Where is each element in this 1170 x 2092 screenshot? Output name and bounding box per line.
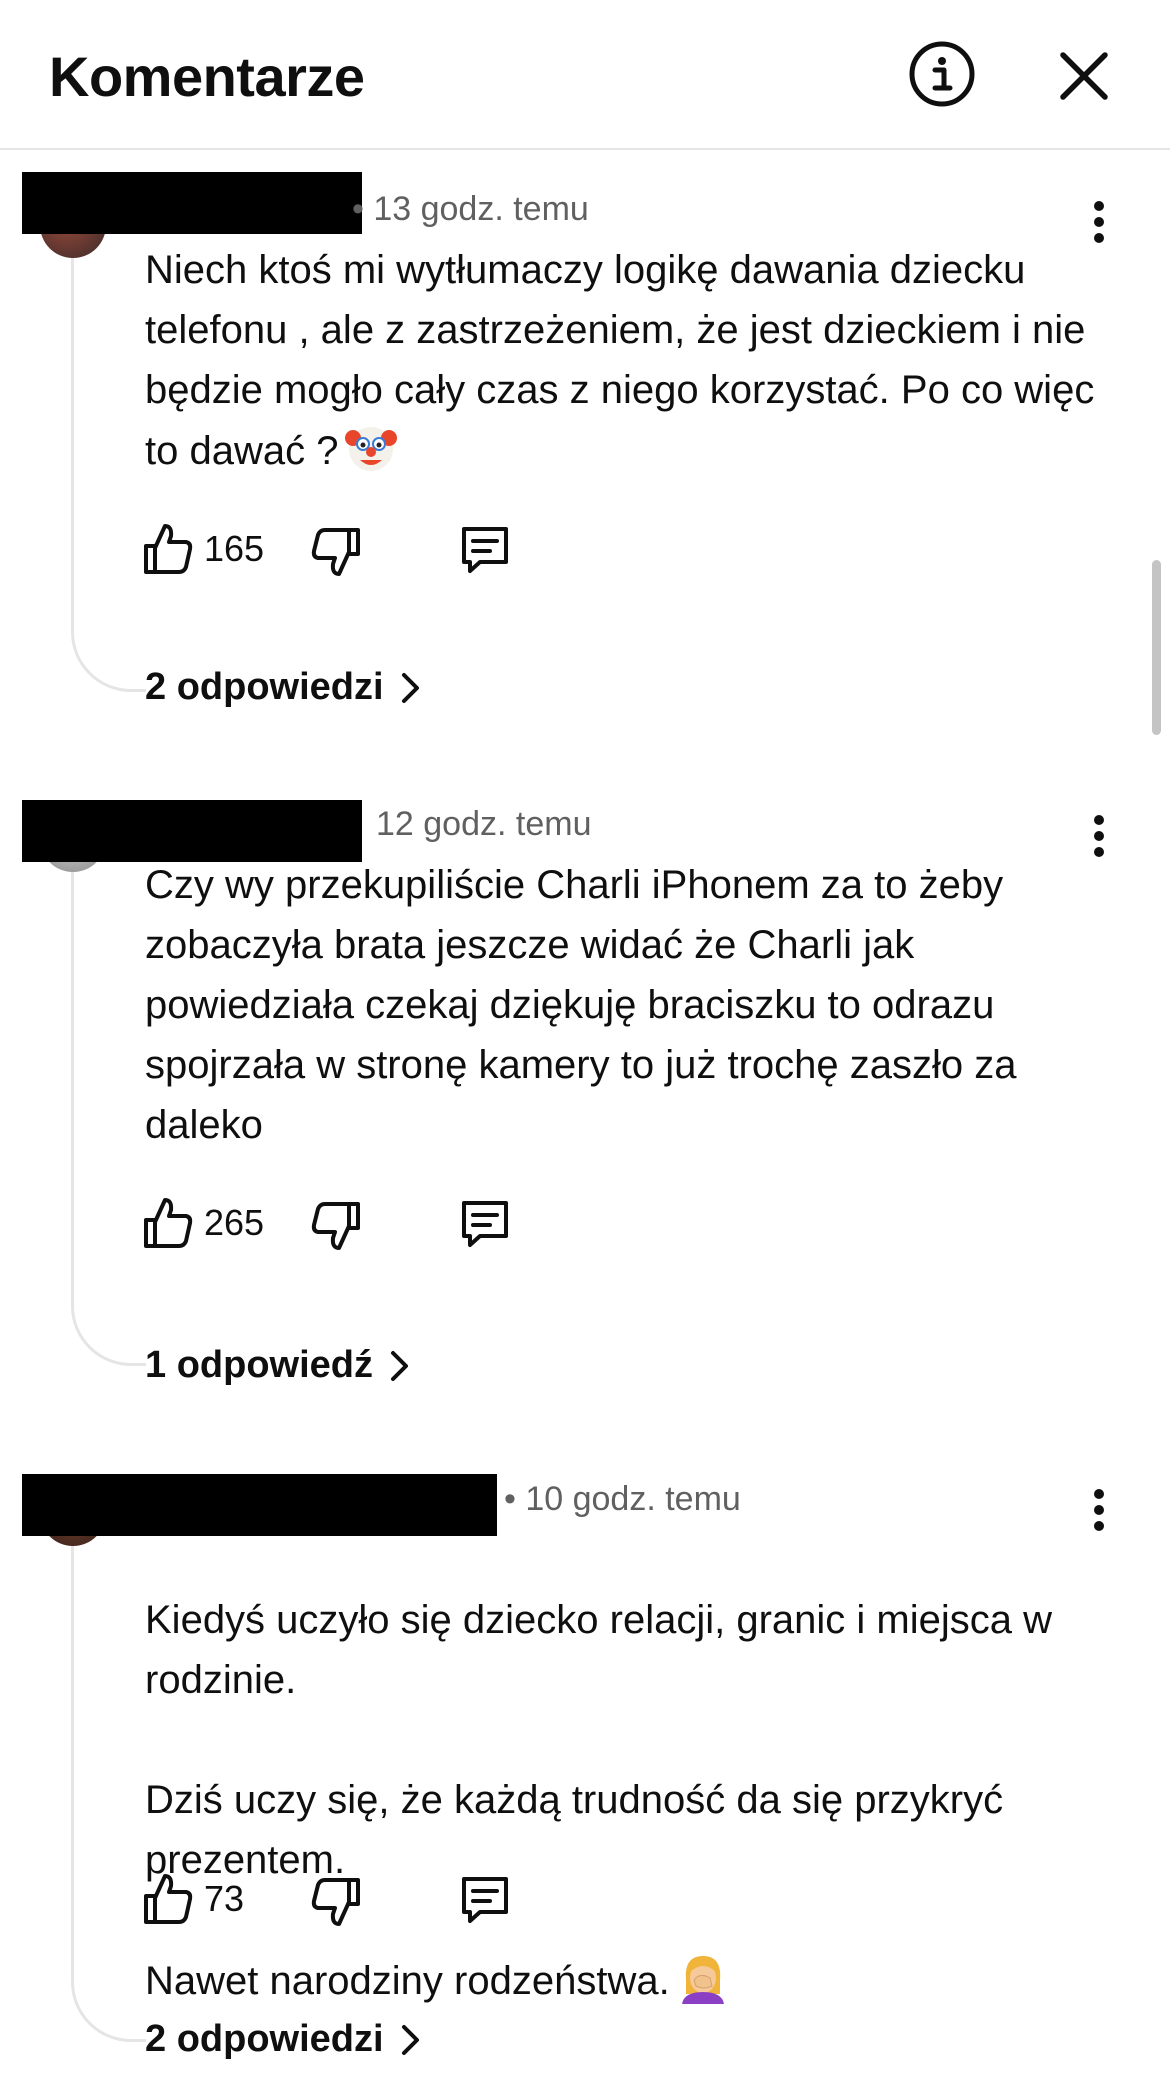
close-icon (1060, 52, 1108, 100)
thumbs-down-icon (311, 528, 360, 576)
comments-header: Komentarze (0, 0, 1170, 150)
view-replies-button[interactable]: 2 odpowiedzi (145, 666, 424, 709)
comment-actions: 73 (142, 1870, 542, 1930)
comment-actions: 165 (142, 520, 542, 580)
close-button[interactable] (1055, 47, 1113, 105)
like-count: 165 (204, 528, 265, 569)
redacted-username (22, 1474, 497, 1536)
thread-line (71, 864, 146, 1366)
comment-text: Kiedyś uczyło się dziecko relacji, grani… (145, 1530, 1105, 2071)
comment-line: Nawet narodziny rodzeństwa. (145, 1959, 670, 2003)
like-button[interactable] (142, 1194, 194, 1250)
comment-text: Czy wy przekupiliście Charli iPhonem za … (145, 863, 1017, 1147)
chevron-right-icon (401, 2024, 419, 2055)
reply-comment-icon (462, 1201, 508, 1247)
reply-comment-icon (462, 1877, 508, 1923)
thumbs-up-icon (144, 1874, 193, 1924)
thumbs-down-icon (311, 1202, 360, 1250)
comment-actions: 265 (142, 1194, 542, 1254)
redacted-username (22, 800, 362, 862)
dislike-button[interactable] (310, 1876, 362, 1932)
like-count: 265 (204, 1202, 265, 1243)
reply-comment-icon (462, 527, 508, 573)
comment-line: Kiedyś uczyło się dziecko relacji, grani… (145, 1598, 1052, 1702)
view-replies-button[interactable]: 1 odpowiedź (145, 1344, 413, 1387)
replies-label: 2 odpowiedzi (145, 2018, 384, 2060)
woman-facepalming-emoji (681, 1956, 724, 2004)
thumbs-up-icon (144, 1198, 193, 1248)
reply-button[interactable] (458, 524, 512, 576)
thread-line (71, 240, 146, 692)
comment-timestamp: • 10 godz. temu (504, 1480, 741, 1518)
comment-timestamp: 12 godz. temu (376, 805, 592, 843)
like-button[interactable] (142, 1870, 194, 1926)
page-title: Komentarze (49, 45, 365, 108)
like-count: 73 (204, 1878, 245, 1919)
replies-label: 1 odpowiedź (145, 1344, 373, 1386)
comments-panel: Komentarze • 13 godz. temu Niech ktoś mi… (0, 0, 1170, 2092)
info-button[interactable] (908, 40, 976, 108)
reply-button[interactable] (458, 1198, 512, 1250)
info-circle-icon (909, 41, 975, 107)
view-replies-button[interactable]: 2 odpowiedzi (145, 2018, 424, 2061)
chevron-right-icon (401, 672, 419, 703)
comment-line-with-emoji: Nawet narodziny rodzeństwa. (145, 1950, 1105, 2011)
comment-body: Niech ktoś mi wytłumaczy logikę dawania … (145, 248, 1095, 473)
thumbs-up-icon (144, 524, 193, 574)
like-button[interactable] (142, 520, 194, 576)
comment-text: Niech ktoś mi wytłumaczy logikę dawania … (145, 240, 1105, 481)
dislike-button[interactable] (310, 526, 362, 582)
thread-line (71, 1540, 146, 2042)
clown-face-emoji (345, 427, 398, 471)
replies-label: 2 odpowiedzi (145, 666, 384, 708)
scrollbar-thumb[interactable] (1152, 560, 1161, 735)
comment-timestamp: • 13 godz. temu (352, 190, 589, 228)
chevron-right-icon (391, 1350, 408, 1381)
reply-button[interactable] (458, 1874, 512, 1926)
thumbs-down-icon (311, 1878, 360, 1926)
redacted-username (22, 172, 362, 234)
dislike-button[interactable] (310, 1200, 362, 1256)
